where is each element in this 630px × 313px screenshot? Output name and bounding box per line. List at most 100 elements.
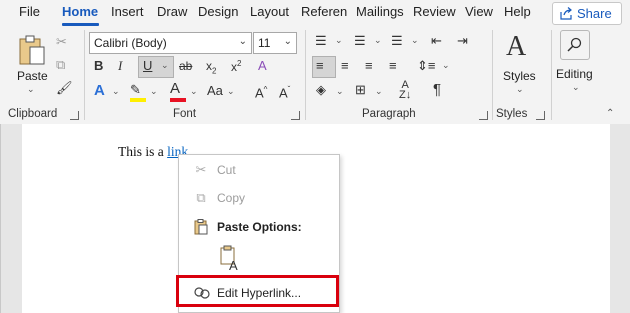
strikethrough-icon[interactable]: ab bbox=[179, 58, 192, 74]
superscript-icon[interactable]: x2 bbox=[231, 56, 241, 75]
center-icon[interactable]: ≡ bbox=[341, 58, 349, 74]
shrink-font-icon[interactable]: Aˇ bbox=[279, 82, 290, 101]
chevron-down-icon[interactable]: ⌄ bbox=[442, 60, 450, 71]
clear-formatting-icon[interactable]: A bbox=[258, 58, 267, 74]
font-size-value: 11 bbox=[258, 36, 271, 50]
copy-icon: ⧉ bbox=[196, 190, 206, 205]
clipboard-group-label: Clipboard bbox=[8, 108, 58, 120]
chevron-down-icon[interactable]: ⌄ bbox=[335, 35, 343, 46]
menu-item-cut[interactable]: ✂ Cut bbox=[179, 159, 339, 181]
highlight-color-bar bbox=[130, 98, 146, 102]
chevron-down-icon[interactable]: ⌄ bbox=[411, 35, 419, 46]
font-group-label: Font bbox=[173, 108, 197, 120]
font-group: Calibri (Body) ⌄ 11 ⌄ B I U ⌄ ab x2 x2 A… bbox=[86, 26, 304, 123]
decrease-indent-icon[interactable]: ⇤ bbox=[431, 33, 442, 49]
increase-indent-icon[interactable]: ⇥ bbox=[457, 33, 468, 49]
copy-icon[interactable]: ⧉ bbox=[56, 57, 65, 73]
chevron-down-icon[interactable]: ⌄ bbox=[572, 82, 580, 93]
styles-dialog-launcher[interactable] bbox=[536, 111, 545, 120]
search-icon[interactable] bbox=[567, 37, 582, 52]
tab-view[interactable]: View bbox=[465, 4, 493, 19]
group-divider bbox=[84, 30, 85, 120]
paste-button-label[interactable]: Paste bbox=[17, 69, 48, 83]
tab-insert[interactable]: Insert bbox=[111, 4, 144, 19]
highlight-icon[interactable]: ✎ bbox=[130, 82, 141, 98]
chevron-down-icon[interactable]: ⌄ bbox=[374, 35, 382, 46]
highlight-annotation-box bbox=[176, 275, 339, 307]
chevron-down-icon[interactable]: ⌄ bbox=[112, 86, 120, 97]
document-text-plain: This is a bbox=[118, 144, 168, 159]
font-color-icon[interactable]: A bbox=[170, 81, 180, 97]
font-size-dropdown[interactable]: 11 ⌄ bbox=[253, 32, 297, 54]
show-marks-icon[interactable]: ¶ bbox=[433, 82, 441, 98]
format-painter-icon[interactable]: 🖌 bbox=[56, 80, 73, 96]
paste-options-label: Paste Options: bbox=[217, 220, 302, 234]
numbering-icon[interactable]: ☰ bbox=[354, 33, 366, 49]
tab-mailings[interactable]: Mailings bbox=[356, 4, 404, 19]
line-spacing-icon[interactable]: ⇕≡ bbox=[417, 58, 435, 74]
styles-icon[interactable]: A bbox=[506, 32, 526, 62]
menu-item-copy-label: Copy bbox=[217, 191, 246, 205]
tab-home[interactable]: Home bbox=[62, 4, 98, 19]
chevron-down-icon[interactable]: ⌄ bbox=[375, 86, 383, 97]
styles-group-label: Styles bbox=[496, 108, 528, 120]
align-left-icon[interactable]: ≡ bbox=[316, 58, 324, 74]
keep-text-only-button[interactable]: A bbox=[217, 245, 243, 273]
bullets-icon[interactable]: ☰ bbox=[315, 33, 327, 49]
menu-item-copy[interactable]: ⧉ Copy bbox=[179, 187, 339, 209]
bold-icon[interactable]: B bbox=[94, 58, 103, 74]
tab-layout[interactable]: Layout bbox=[250, 4, 289, 19]
keep-text-only-icon: A bbox=[220, 245, 238, 273]
font-name-dropdown[interactable]: Calibri (Body) ⌄ bbox=[89, 32, 252, 54]
paste-dropdown-arrow[interactable]: ⌄ bbox=[27, 84, 35, 95]
underline-icon[interactable]: U bbox=[143, 58, 152, 74]
styles-button-label[interactable]: Styles bbox=[503, 69, 536, 83]
multilevel-list-icon[interactable]: ☰ bbox=[391, 33, 403, 49]
styles-group: A Styles ⌄ Styles bbox=[494, 26, 550, 123]
chevron-down-icon[interactable]: ⌄ bbox=[336, 86, 344, 97]
ribbon-tab-bar: File Home Insert Draw Design Layout Refe… bbox=[0, 0, 630, 26]
italic-icon[interactable]: I bbox=[118, 58, 122, 74]
tab-draw[interactable]: Draw bbox=[157, 4, 187, 19]
shading-icon[interactable]: ◈ bbox=[316, 82, 326, 98]
chevron-down-icon[interactable]: ⌄ bbox=[516, 84, 524, 95]
menu-item-cut-label: Cut bbox=[217, 163, 236, 177]
sort-icon[interactable]: A Z↓ bbox=[399, 80, 411, 101]
change-case-icon[interactable]: Aa bbox=[207, 83, 223, 99]
cut-icon[interactable]: ✂ bbox=[56, 34, 67, 50]
menu-item-paste-options: Paste Options: bbox=[179, 216, 339, 238]
tab-references[interactable]: Referen bbox=[301, 4, 347, 19]
clipboard-dialog-launcher[interactable] bbox=[70, 111, 79, 120]
font-dialog-launcher[interactable] bbox=[291, 111, 300, 120]
text-effects-icon[interactable]: A bbox=[94, 83, 105, 99]
align-right-icon[interactable]: ≡ bbox=[365, 58, 373, 74]
group-divider bbox=[492, 30, 493, 120]
justify-icon[interactable]: ≡ bbox=[389, 58, 397, 74]
page-edge bbox=[0, 124, 1, 313]
tab-design[interactable]: Design bbox=[198, 4, 238, 19]
chevron-down-icon: ⌄ bbox=[283, 36, 292, 47]
share-icon bbox=[560, 7, 572, 20]
tab-help[interactable]: Help bbox=[504, 4, 531, 19]
chevron-down-icon[interactable]: ⌄ bbox=[161, 60, 169, 71]
share-button[interactable]: Share bbox=[552, 2, 622, 25]
subscript-icon[interactable]: x2 bbox=[206, 58, 216, 79]
tab-review[interactable]: Review bbox=[413, 4, 456, 19]
chevron-down-icon[interactable]: ⌄ bbox=[150, 86, 158, 97]
collapse-ribbon-icon[interactable]: ⌃ bbox=[606, 108, 614, 119]
svg-text:A: A bbox=[229, 258, 238, 271]
paragraph-dialog-launcher[interactable] bbox=[479, 111, 488, 120]
paste-icon[interactable] bbox=[18, 34, 46, 66]
grow-font-icon[interactable]: A^ bbox=[255, 82, 267, 101]
font-name-value: Calibri (Body) bbox=[94, 36, 167, 50]
chevron-down-icon: ⌄ bbox=[238, 36, 247, 47]
chevron-down-icon[interactable]: ⌄ bbox=[190, 86, 198, 97]
tab-file[interactable]: File bbox=[19, 4, 40, 19]
editing-button-label[interactable]: Editing bbox=[556, 67, 593, 81]
editing-group: Editing ⌄ ⌃ bbox=[553, 26, 623, 123]
paragraph-group: ☰ ⌄ ☰ ⌄ ☰ ⌄ ⇤ ⇥ ≡ ≡ ≡ ≡ ⇕≡ ⌄ ◈ ⌄ ⊞ ⌄ A Z↓… bbox=[307, 26, 492, 123]
chevron-down-icon[interactable]: ⌄ bbox=[227, 86, 235, 97]
group-divider bbox=[305, 30, 306, 120]
font-color-bar bbox=[170, 98, 186, 102]
borders-icon[interactable]: ⊞ bbox=[355, 82, 366, 98]
